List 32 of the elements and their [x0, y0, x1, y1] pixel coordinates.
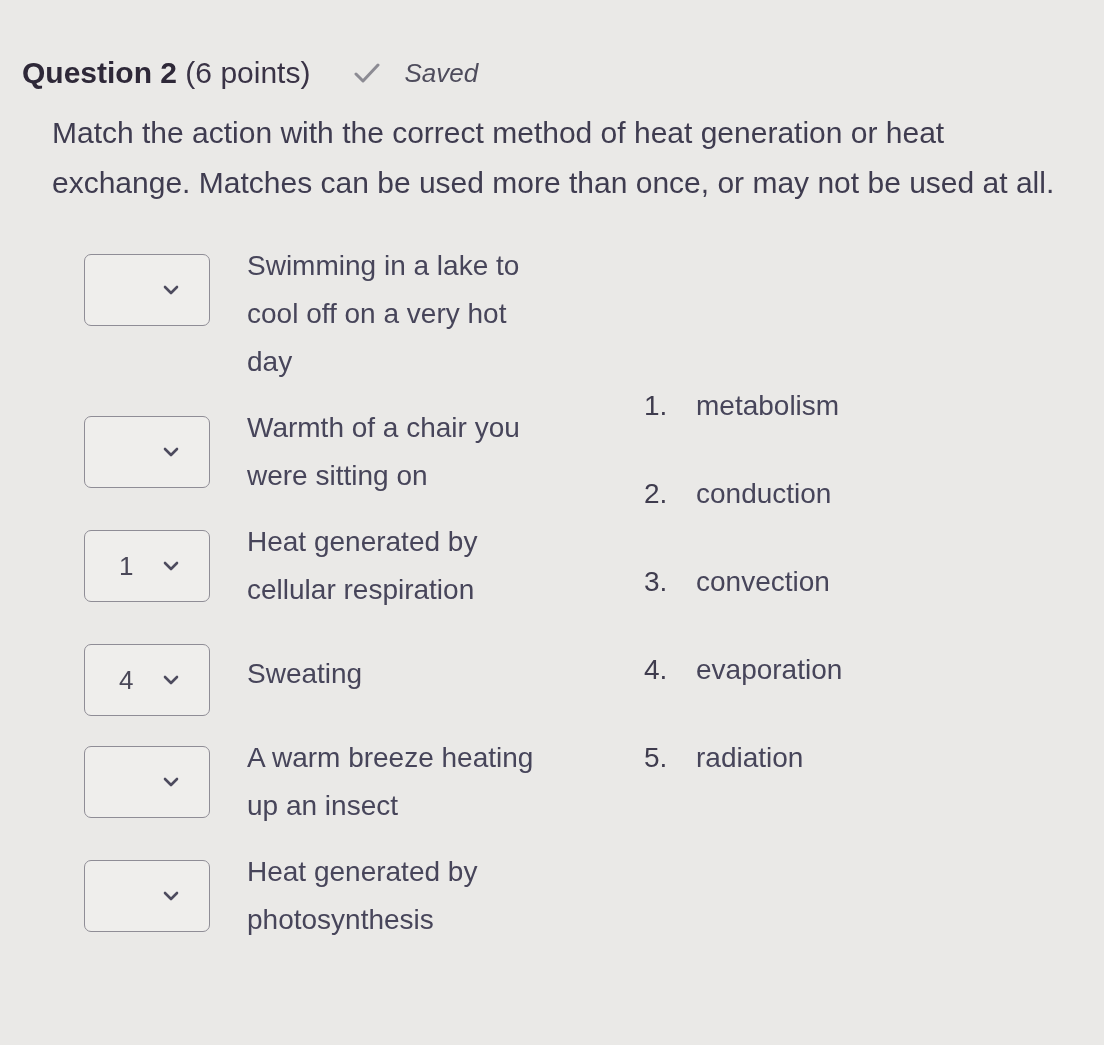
- answer-dropdown[interactable]: [84, 860, 210, 932]
- choice-label: convection: [696, 565, 830, 599]
- chevron-down-icon: [163, 891, 179, 901]
- action-text: Warmth of a chair you were sitting on: [247, 411, 521, 493]
- chevron-down-icon: [163, 561, 179, 571]
- action-text: Swimming in a lake to cool off on a very hot day: [247, 249, 521, 379]
- answer-dropdown[interactable]: [84, 746, 210, 818]
- question-title: Question 2 (6 points): [22, 56, 311, 90]
- check-icon: [354, 63, 381, 83]
- action-text: A warm breeze heating up an insect: [247, 741, 535, 823]
- action-text: Heat generated by photosynthesis: [247, 855, 479, 937]
- choice-number: 5.: [644, 741, 669, 775]
- answer-dropdown[interactable]: 1: [84, 530, 210, 602]
- chevron-down-icon: [163, 285, 179, 295]
- chevron-down-icon: [163, 777, 179, 787]
- choice-number: 3.: [644, 565, 669, 599]
- choice-label: metabolism: [696, 389, 840, 423]
- answer-dropdown[interactable]: 4: [84, 644, 210, 716]
- question-prompt: Match the action with the correct method of heat generation or heat exchange. Matches can be used more than once, or may not be used at all.: [52, 115, 1056, 201]
- choice-number: 4.: [644, 653, 669, 687]
- saved-status: Saved: [404, 57, 479, 89]
- chevron-down-icon: [163, 675, 179, 685]
- action-text: Heat generated by cellular respiration: [247, 525, 479, 607]
- answer-dropdown[interactable]: [84, 416, 210, 488]
- choice-label: conduction: [696, 477, 832, 511]
- action-text: Sweating: [247, 657, 364, 691]
- choice-label: radiation: [696, 741, 804, 775]
- choice-number: 2.: [644, 477, 669, 511]
- answer-dropdown[interactable]: [84, 254, 210, 326]
- choice-number: 1.: [644, 389, 669, 423]
- chevron-down-icon: [163, 447, 179, 457]
- choice-label: evaporation: [696, 653, 843, 687]
